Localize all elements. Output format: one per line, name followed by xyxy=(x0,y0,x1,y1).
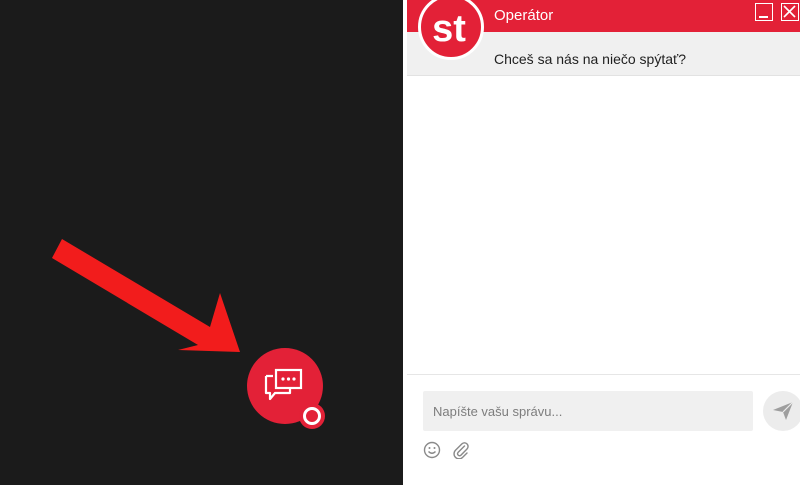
composer xyxy=(407,374,800,485)
operator-avatar: st xyxy=(418,0,484,60)
greeting-message: Chceš sa nás na niečo spýtať? xyxy=(494,51,687,67)
smiley-icon xyxy=(423,441,441,459)
minimize-icon xyxy=(759,16,768,18)
chat-window: Operátor Chceš sa nás na niečo spýtať? s… xyxy=(407,0,800,485)
send-button[interactable] xyxy=(763,391,800,431)
close-icon xyxy=(783,5,796,18)
status-ring-icon xyxy=(299,403,325,429)
close-button[interactable] xyxy=(781,3,799,21)
status-ring xyxy=(303,407,321,425)
minimize-button[interactable] xyxy=(755,3,773,21)
avatar-logo-text: st xyxy=(432,8,466,50)
messages-area xyxy=(407,76,800,374)
operator-name: Operátor xyxy=(494,7,554,24)
message-input[interactable] xyxy=(423,391,753,431)
paperclip-icon xyxy=(453,442,469,460)
chat-bubbles-icon xyxy=(264,368,303,401)
paper-plane-icon xyxy=(773,401,794,420)
attach-button[interactable] xyxy=(452,441,470,460)
emoji-button[interactable] xyxy=(423,441,441,459)
website-background xyxy=(0,0,403,485)
red-arrow-icon xyxy=(52,239,240,352)
logo: st xyxy=(432,8,466,50)
